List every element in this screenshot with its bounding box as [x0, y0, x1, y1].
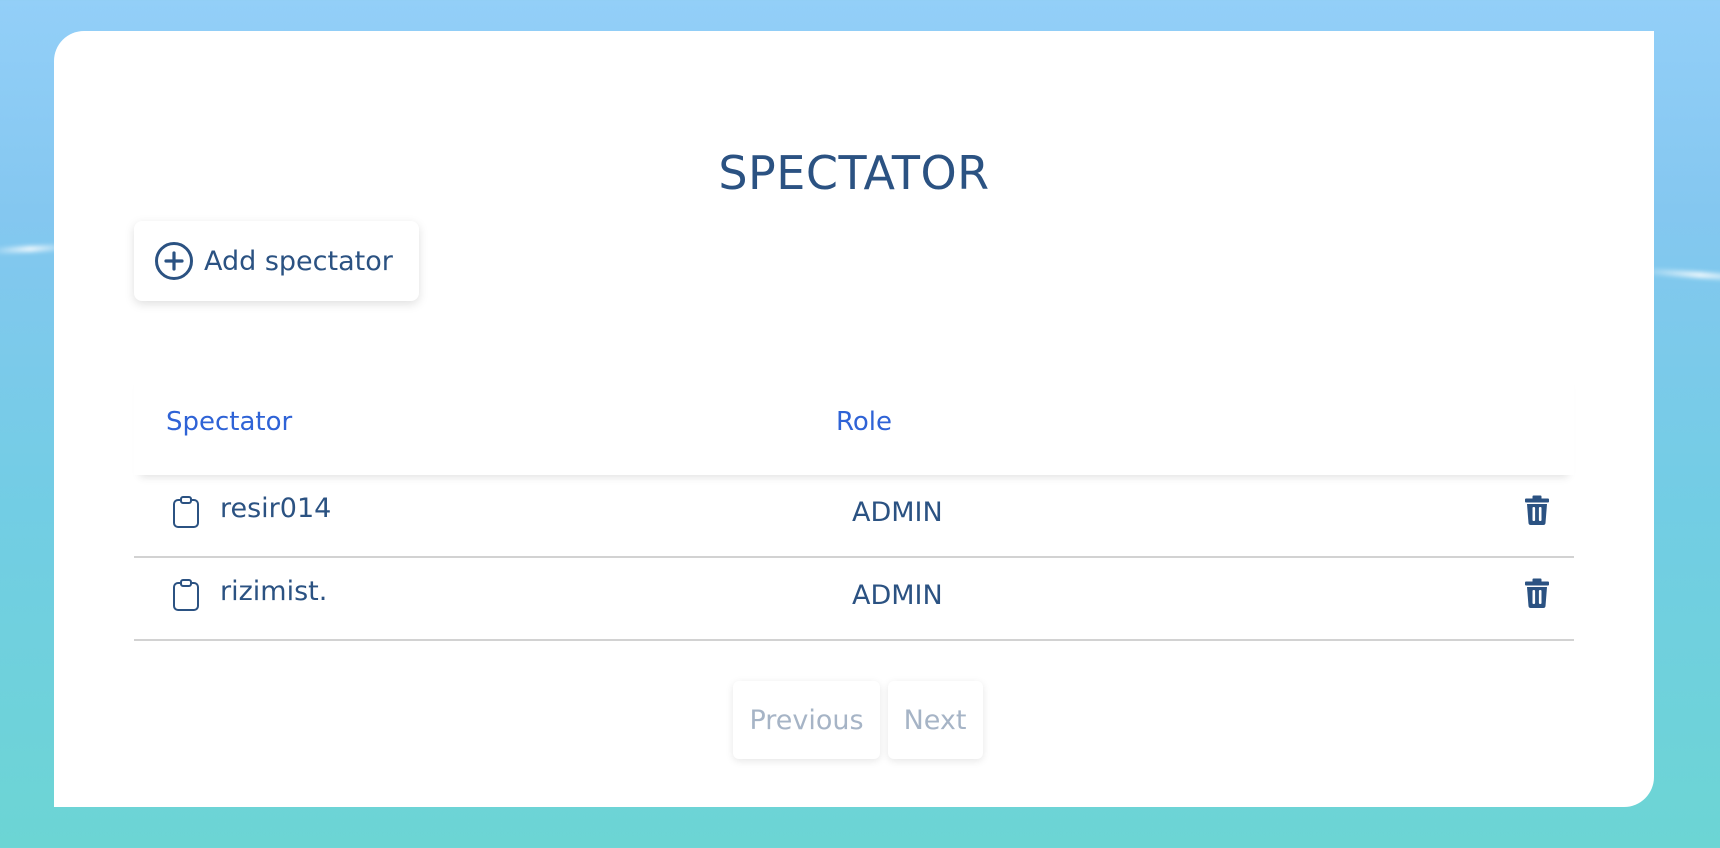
- table-header: Spectator Role: [134, 371, 1574, 475]
- clipboard-icon[interactable]: [172, 578, 200, 612]
- spectator-role: ADMIN: [852, 580, 943, 611]
- next-page-button[interactable]: Next: [887, 681, 983, 759]
- table-row: rizimist. ADMIN: [134, 558, 1574, 641]
- plus-circle-icon: [154, 241, 194, 281]
- table-row: resir014 ADMIN: [134, 475, 1574, 558]
- clipboard-icon[interactable]: [172, 495, 200, 529]
- spectator-name: resir014: [220, 493, 332, 524]
- column-header-spectator: Spectator: [166, 407, 293, 437]
- spectator-name: rizimist.: [220, 576, 328, 607]
- trash-icon[interactable]: [1524, 495, 1550, 525]
- column-header-role: Role: [836, 407, 893, 437]
- pagination: Previous Next: [54, 681, 1654, 759]
- add-spectator-button[interactable]: Add spectator: [134, 221, 419, 301]
- page-title: SPECTATOR: [718, 146, 990, 200]
- trash-icon[interactable]: [1524, 578, 1550, 608]
- add-spectator-label: Add spectator: [204, 245, 393, 277]
- previous-page-button[interactable]: Previous: [733, 681, 880, 759]
- spectator-role: ADMIN: [852, 497, 943, 528]
- main-card: SPECTATOR Add spectator Spectator Role r…: [54, 31, 1654, 807]
- spectator-table: Spectator Role resir014 ADMIN rizimist. …: [134, 371, 1574, 641]
